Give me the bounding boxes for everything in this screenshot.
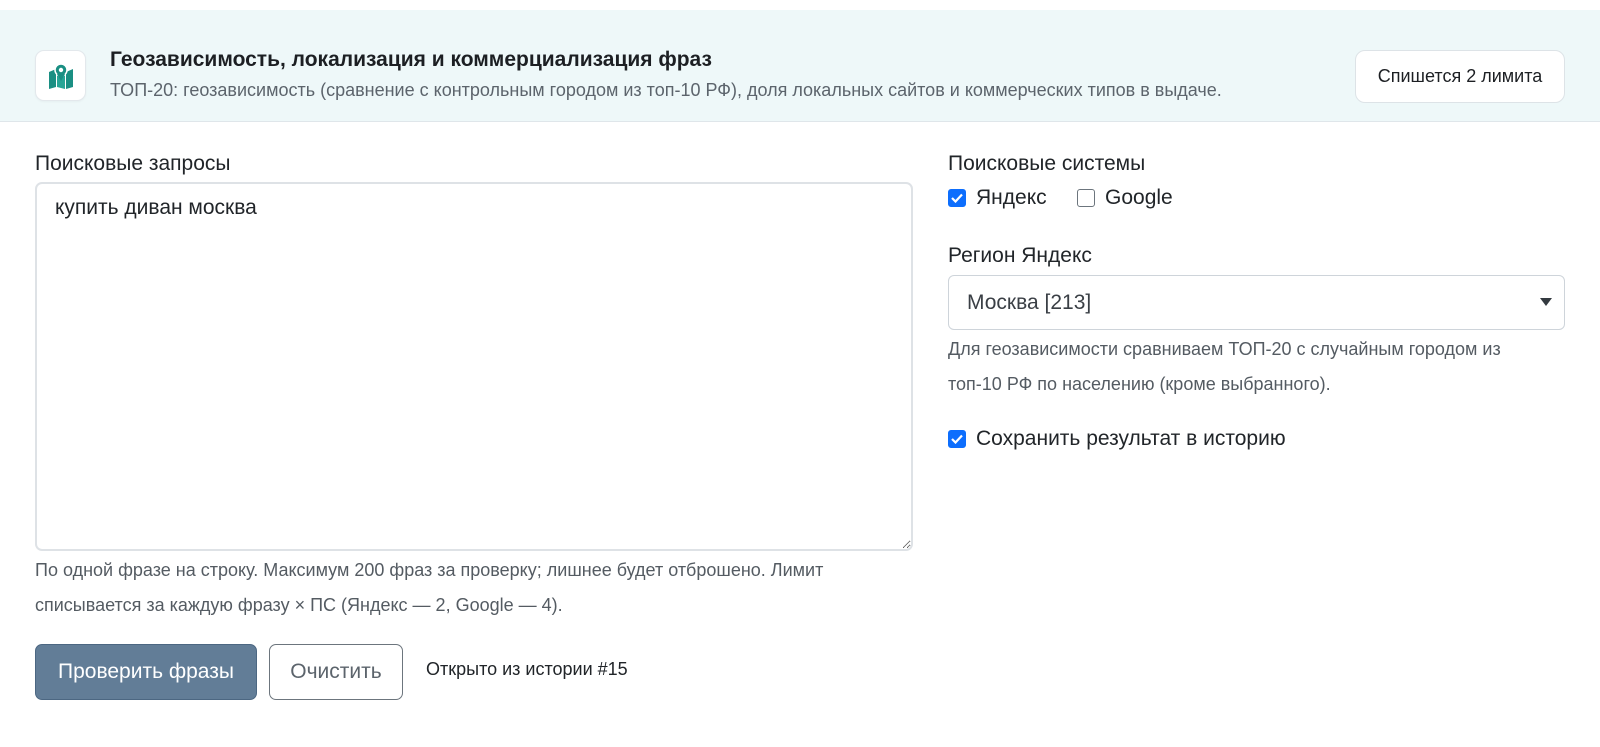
clear-button[interactable]: Очистить — [269, 644, 403, 700]
checkbox-google-label: Google — [1105, 186, 1173, 209]
checkbox-checked-icon[interactable] — [948, 430, 966, 448]
top-strip — [0, 0, 1600, 10]
limit-cost-button[interactable]: Спишется 2 лимита — [1355, 50, 1565, 103]
queries-textarea[interactable]: купить диван москва — [35, 182, 913, 551]
save-history-label: Сохранить результат в историю — [976, 427, 1286, 450]
caret-down-icon — [1540, 298, 1552, 306]
checkbox-google[interactable]: Google — [1077, 186, 1173, 210]
region-help-line: Для геозависимости сравниваем ТОП-20 с с… — [948, 339, 1501, 359]
queries-label: Поисковые запросы — [35, 152, 231, 175]
checkbox-checked-icon[interactable] — [948, 189, 966, 207]
search-engines-label: Поисковые системы — [948, 152, 1146, 175]
region-help-text: Для геозависимости сравниваем ТОП-20 с с… — [948, 332, 1501, 402]
check-phrases-button[interactable]: Проверить фразы — [35, 644, 257, 700]
map-location-icon — [35, 50, 86, 101]
save-history-checkbox[interactable]: Сохранить результат в историю — [948, 427, 1286, 451]
tool-header: Геозависимость, локализация и коммерциал… — [0, 10, 1600, 122]
page-title: Геозависимость, локализация и коммерциал… — [110, 48, 712, 71]
region-selected-value: Москва [213] — [967, 290, 1092, 314]
checkbox-yandex-label: Яндекс — [976, 186, 1047, 209]
region-select[interactable]: Москва [213] — [948, 275, 1565, 330]
region-help-line: топ-10 РФ по населению (кроме выбранного… — [948, 374, 1331, 394]
checkbox-unchecked-icon[interactable] — [1077, 189, 1095, 207]
queries-help-line: списывается за каждую фразу × ПС (Яндекс… — [35, 595, 563, 615]
history-note: Открыто из истории #15 — [426, 659, 628, 679]
page-subtitle: ТОП-20: геозависимость (сравнение с конт… — [110, 80, 1222, 100]
region-label: Регион Яндекс — [948, 244, 1092, 267]
queries-help-line: По одной фразе на строку. Максимум 200 ф… — [35, 560, 824, 580]
checkbox-yandex[interactable]: Яндекс — [948, 186, 1047, 210]
queries-help-text: По одной фразе на строку. Максимум 200 ф… — [35, 553, 823, 623]
